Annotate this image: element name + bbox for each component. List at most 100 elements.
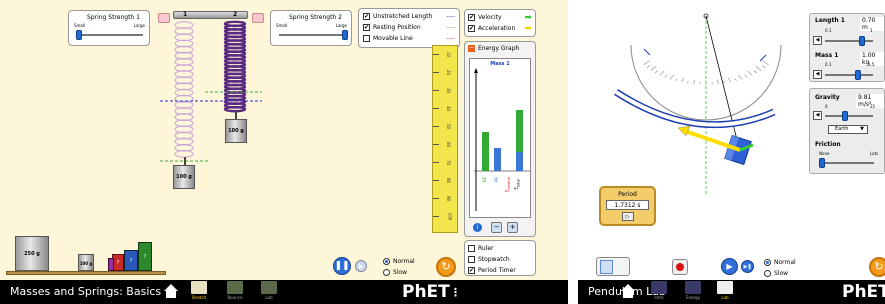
ruler-number: 40	[446, 105, 452, 112]
unstretched-length-legend: ----	[446, 13, 455, 20]
gravity-decrease-button[interactable]: ◀	[813, 111, 822, 120]
energy-graph-title: Energy Graph	[478, 45, 520, 52]
unstretched-length-label: Unstretched Length	[373, 13, 433, 20]
tab-stretch[interactable]: Stretch	[188, 281, 210, 303]
home-icon[interactable]	[163, 283, 179, 299]
sim-title-left: Masses and Springs: Basics	[10, 285, 162, 298]
step-button[interactable]: ▶	[355, 260, 367, 272]
energy-graph-area: Mass 1 KE PE Ethermal Etotal	[469, 58, 531, 218]
planet-select[interactable]: Earth ▼	[828, 125, 868, 134]
tab-lab-label-right: Lab	[721, 295, 729, 300]
phet-menu-icon-left[interactable]: ⋮	[450, 286, 461, 299]
acceleration-checkbox[interactable]: ✔	[468, 25, 475, 32]
mass-slider[interactable]	[855, 70, 861, 80]
ruler-checkbox[interactable]	[468, 245, 475, 252]
mystery-mass-blue[interactable]: ?	[124, 250, 138, 271]
period-timer-value: 1.7312 s	[606, 200, 649, 210]
masses-and-springs-sim: Spring Strength 1 Small Large 1 2 100 g …	[0, 0, 568, 304]
reset-all-button-left[interactable]: ↻	[436, 257, 456, 277]
shelf-mass-250g[interactable]: 250 g	[15, 236, 49, 271]
one-pendulum-icon[interactable]	[600, 260, 613, 274]
stopwatch-checkbox[interactable]	[468, 256, 475, 263]
energy-graph-header[interactable]: − Energy Graph	[468, 45, 519, 52]
ruler-tick	[433, 216, 439, 217]
mystery-mass-green[interactable]: ?	[138, 242, 152, 271]
ruler[interactable]: 10 20 30 40 50 60 70 80 90 100	[432, 45, 458, 233]
resting-position-checkbox[interactable]: ✔	[363, 24, 370, 31]
friction-slider[interactable]	[819, 158, 825, 168]
mass-decrease-button[interactable]: ◀	[813, 70, 822, 79]
length-decrease-button[interactable]: ◀	[813, 36, 822, 45]
ruler-number: 80	[446, 177, 452, 184]
velocity-arrow-icon: ➡	[524, 12, 532, 23]
lab-thumb-icon-right	[717, 281, 733, 294]
period-timer[interactable]: Period 1.7312 s ▷	[599, 186, 656, 226]
slow-radio-left[interactable]	[383, 269, 390, 276]
period-timer-checkbox[interactable]: ✔	[468, 267, 475, 274]
reset-all-button-right[interactable]: ↻	[869, 257, 885, 277]
option-unstretched-length[interactable]: ✔ Unstretched Length ----	[363, 11, 455, 22]
stopwatch-option[interactable]: Stopwatch	[468, 254, 532, 265]
pendulum-count-toggle[interactable]	[596, 257, 630, 276]
acceleration-option[interactable]: ✔ Acceleration ➡	[468, 23, 532, 34]
movable-line-checkbox[interactable]	[363, 35, 370, 42]
shelf-mass-250g-label: 250 g	[24, 251, 40, 257]
phet-logo-right[interactable]: PhET	[842, 282, 885, 302]
mystery-mass-green-label: ?	[143, 254, 147, 260]
length-min: 0.1	[825, 28, 832, 33]
speed-normal-right[interactable]: Normal	[764, 257, 796, 268]
mystery-mass-purple[interactable]	[108, 258, 114, 271]
ruler-tick	[433, 108, 439, 109]
energy-axis-arrowhead	[474, 68, 478, 73]
pendulum-string	[705, 15, 741, 153]
resting-position-label: Resting Position	[373, 24, 421, 31]
home-icon-right[interactable]	[620, 283, 636, 299]
resting-position-legend: ----	[446, 24, 455, 31]
play-button-right[interactable]: ▶	[721, 258, 738, 275]
movable-line-label: Movable Line	[373, 35, 413, 42]
velocity-option[interactable]: ✔ Velocity ➡	[468, 12, 532, 23]
velocity-label: Velocity	[478, 14, 502, 21]
period-timer-option[interactable]: ✔ Period Timer	[468, 265, 532, 276]
slow-radio-right[interactable]	[764, 270, 771, 277]
chevron-down-icon: ▼	[860, 126, 864, 132]
speed-slow-right[interactable]: Slow	[764, 268, 796, 279]
ruler-tick	[433, 198, 439, 199]
zoom-in-button[interactable]: +	[507, 222, 518, 233]
option-movable-line[interactable]: Movable Line ----	[363, 33, 455, 44]
phet-logo-left[interactable]: PhET	[402, 282, 450, 302]
normal-radio-right[interactable]	[764, 259, 771, 266]
tab-energy[interactable]: Energy	[682, 281, 704, 303]
length-slider[interactable]	[859, 36, 865, 46]
tab-bounce[interactable]: Bounce	[224, 281, 246, 303]
intro-thumb-icon	[651, 281, 667, 294]
speed-slow-left[interactable]: Slow	[383, 267, 415, 278]
attached-mass-1-label: 100 g	[176, 174, 192, 180]
period-timer-play-button[interactable]: ▷	[621, 212, 634, 221]
collapse-icon[interactable]: −	[468, 45, 475, 52]
attached-mass-2[interactable]: 100 g	[225, 119, 247, 143]
option-resting-position[interactable]: ✔ Resting Position ----	[363, 22, 455, 33]
speed-normal-left[interactable]: Normal	[383, 256, 415, 267]
attached-mass-2-label: 100 g	[228, 128, 244, 134]
tab-lab-right[interactable]: Lab	[714, 281, 736, 303]
ruler-number: 30	[446, 87, 452, 94]
tab-lab-left[interactable]: Lab	[258, 281, 280, 303]
pause-button[interactable]: ❚❚	[333, 257, 351, 275]
ruler-number: 90	[446, 195, 452, 202]
spring-strength-2-label: Spring Strength 2	[289, 14, 342, 21]
attached-mass-1[interactable]: 100 g	[173, 165, 195, 189]
unstretched-length-checkbox[interactable]: ✔	[363, 13, 370, 20]
stop-button[interactable]	[672, 259, 688, 275]
shelf-mass-100g[interactable]: 100 g	[78, 254, 94, 271]
two-pendulum-icon[interactable]	[615, 260, 628, 274]
spring-strength-2-slider[interactable]	[342, 30, 348, 40]
ruler-option[interactable]: Ruler	[468, 243, 532, 254]
step-button-right[interactable]: ▶❚	[741, 260, 754, 273]
zoom-out-button[interactable]: −	[491, 222, 502, 233]
tab-intro[interactable]: Intro	[648, 281, 670, 303]
velocity-checkbox[interactable]: ✔	[468, 14, 475, 21]
normal-radio-left[interactable]	[383, 258, 390, 265]
info-icon[interactable]: i	[473, 223, 482, 232]
gravity-slider[interactable]	[842, 111, 848, 121]
